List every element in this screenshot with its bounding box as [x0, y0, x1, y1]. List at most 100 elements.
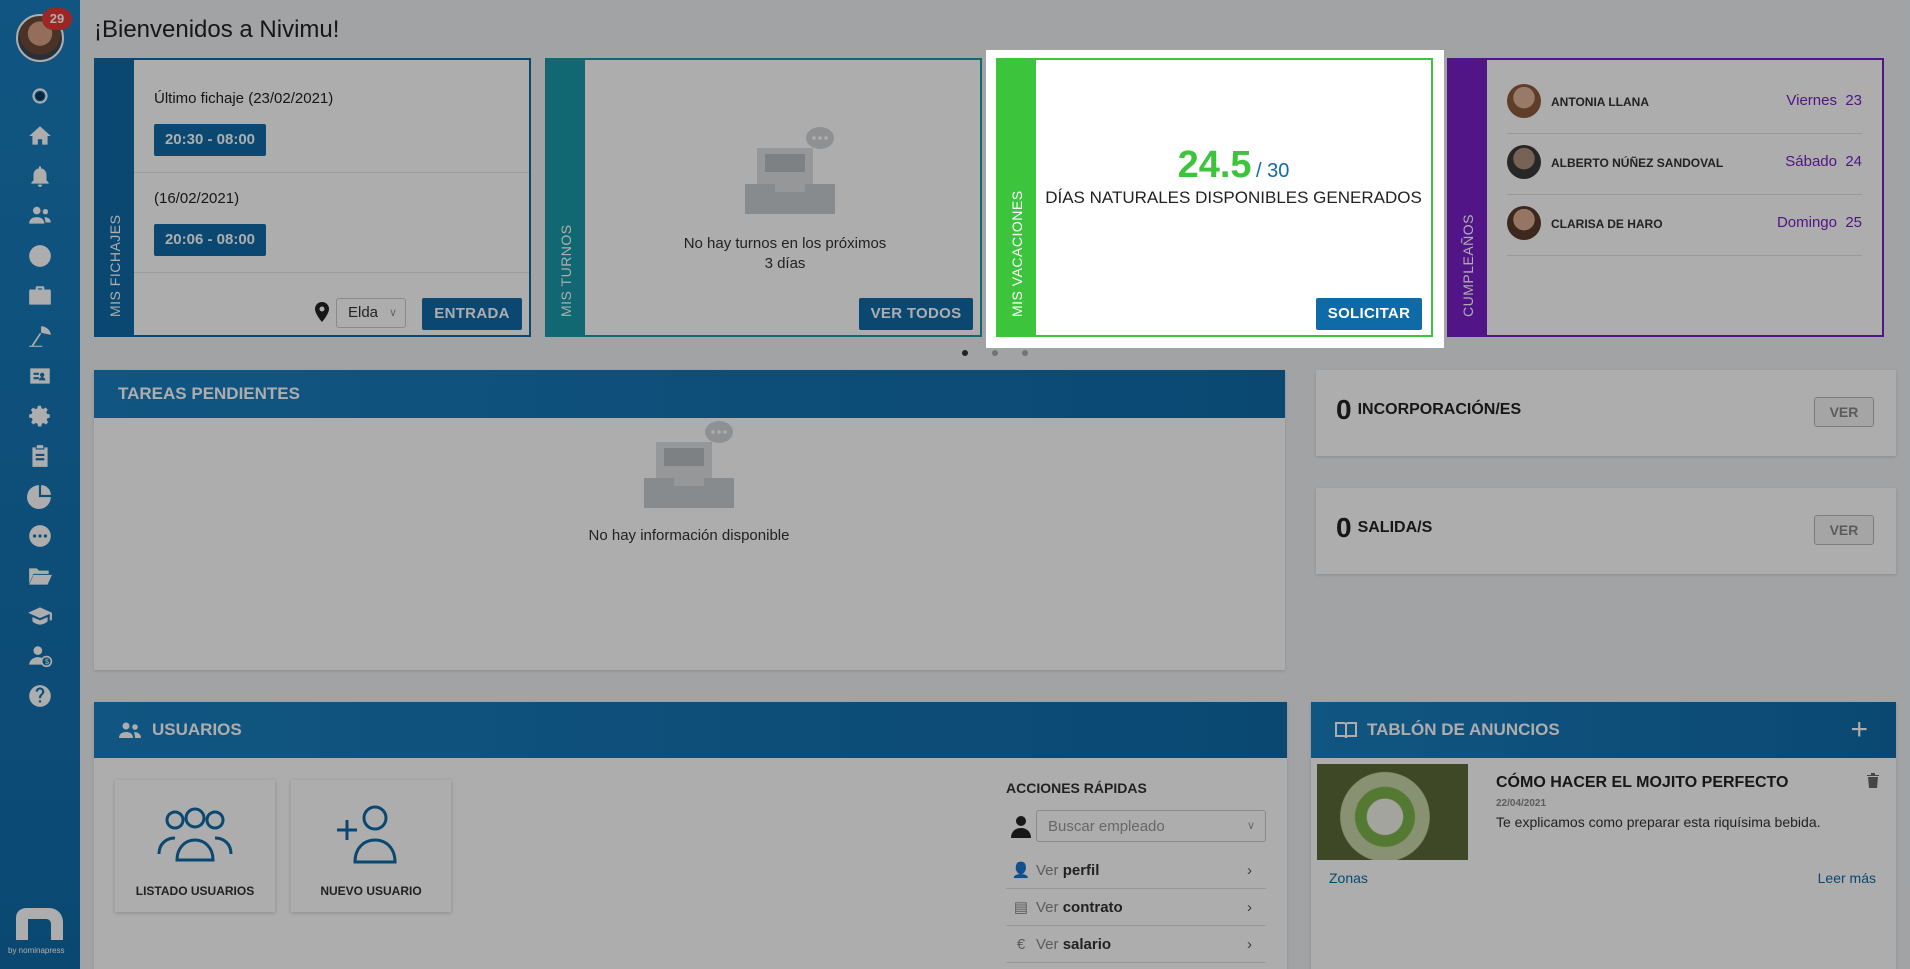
location-value: Elda [348, 304, 379, 321]
listado-usuarios-label: LISTADO USUARIOS [135, 884, 255, 898]
location-select[interactable]: Elda ∨ [336, 298, 406, 328]
chevron-right-icon: › [1247, 899, 1252, 916]
solicitar-button[interactable]: SOLICITAR [1316, 298, 1422, 330]
user-money-icon[interactable]: $ [24, 640, 56, 672]
empty-inbox-icon [745, 127, 835, 214]
birthday-name: CLARISA DE HARO [1551, 217, 1663, 231]
empty-inbox-icon [644, 421, 734, 508]
vacaciones-description: DÍAS NATURALES DISPONIBLES GENERADOS [1045, 188, 1422, 207]
ver-perfil-action[interactable]: 👤 Ver perfil › [1006, 853, 1266, 889]
post-text: Te explicamos como preparar esta riquísi… [1496, 814, 1821, 830]
by-nominapress: by nominapress [8, 946, 65, 955]
welcome-title: ¡Bienvenidos a Nivimu! [94, 16, 340, 43]
birthday-name: ALBERTO NÚÑEZ SANDOVAL [1551, 156, 1724, 170]
gear-icon[interactable] [24, 400, 56, 432]
tablon-title: TABLÓN DE ANUNCIOS [1367, 720, 1560, 739]
chevron-down-icon: ∨ [388, 307, 397, 319]
action-label: perfil [1062, 862, 1100, 879]
cumpleanos-strip: CUMPLEAÑOS [1449, 60, 1487, 335]
ver-contrato-action[interactable]: ▤ Ver contrato › [1006, 890, 1266, 926]
cumpleanos-strip-label: CUMPLEAÑOS [1460, 213, 1476, 317]
fichaje-label: Último fichaje (23/02/2021) [154, 90, 334, 107]
turnos-card: MIS TURNOS No hay turnos en los próximos… [545, 58, 982, 337]
cumpleanos-card: CUMPLEAÑOS ANTONIA LLANA Viernes 23 ALBE… [1447, 58, 1884, 337]
vacaciones-summary: 24.5 / 30 [1036, 144, 1431, 187]
salidas-panel: 0 SALIDA/S VER [1316, 488, 1896, 574]
ver-todos-button[interactable]: VER TODOS [859, 298, 973, 330]
plus-icon[interactable]: + [1850, 702, 1868, 758]
mojito-image[interactable] [1317, 764, 1468, 860]
chevron-right-icon: › [1247, 862, 1252, 879]
location-pin-icon [315, 302, 329, 322]
users-icon [119, 722, 141, 738]
ver-salario-action[interactable]: € Ver salario › [1006, 927, 1266, 963]
employee-search-placeholder: Buscar empleado [1048, 818, 1165, 835]
help-icon[interactable] [24, 680, 56, 712]
birthday-date: 24 [1845, 153, 1862, 170]
usuarios-title: USUARIOS [152, 720, 242, 739]
incorporaciones-ver-button[interactable]: VER [1814, 397, 1874, 427]
nuevo-usuario-tile[interactable]: NUEVO USUARIO [291, 780, 451, 912]
turnos-empty-line2: 3 días [764, 255, 806, 272]
tareas-title: TAREAS PENDIENTES [118, 384, 300, 403]
read-more-link[interactable]: Leer más [1818, 870, 1876, 886]
employee-search-select[interactable]: Buscar empleado ∨ [1036, 810, 1266, 842]
carousel-dot[interactable] [1022, 350, 1028, 356]
folder-icon[interactable] [24, 560, 56, 592]
users-icon[interactable] [24, 200, 56, 232]
salidas-label: SALIDA/S [1357, 519, 1433, 537]
chevron-right-icon: › [1247, 936, 1252, 953]
birthday-row: CLARISA DE HARO Domingo 25 [1507, 196, 1862, 256]
fichajes-strip: MIS FICHAJES [96, 60, 134, 335]
turnos-strip-label: MIS TURNOS [558, 224, 574, 317]
tareas-empty-text: No hay información disponible [588, 527, 790, 544]
briefcase-icon[interactable] [24, 280, 56, 312]
usuarios-header: USUARIOS [94, 702, 1287, 758]
action-prefix: Ver [1036, 899, 1059, 916]
home-icon[interactable] [24, 120, 56, 152]
graduation-icon[interactable] [24, 600, 56, 632]
tablon-panel: TABLÓN DE ANUNCIOS + CÓMO HACER EL MOJIT… [1311, 702, 1896, 969]
avatar [1507, 145, 1541, 179]
carousel-dot[interactable] [992, 350, 998, 356]
bell-icon[interactable] [24, 160, 56, 192]
id-card-icon[interactable] [24, 360, 56, 392]
person-icon: 👤 [1011, 862, 1031, 879]
chat-icon[interactable] [24, 520, 56, 552]
birthday-row: ALBERTO NÚÑEZ SANDOVAL Sábado 24 [1507, 135, 1862, 195]
nuevo-usuario-label: NUEVO USUARIO [320, 884, 422, 898]
birthday-row: ANTONIA LLANA Viernes 23 [1507, 74, 1862, 134]
tareas-header: TAREAS PENDIENTES [94, 370, 1285, 418]
beach-icon[interactable] [24, 320, 56, 352]
action-label: contrato [1062, 899, 1123, 916]
incorporaciones-counter: 0 INCORPORACIÓN/ES [1336, 394, 1521, 426]
quick-actions-title: ACCIONES RÁPIDAS [1006, 780, 1147, 796]
turnos-strip: MIS TURNOS [547, 60, 585, 335]
svg-text:$: $ [45, 657, 50, 666]
divider [134, 272, 529, 273]
listado-usuarios-tile[interactable]: LISTADO USUARIOS [115, 780, 275, 912]
entrada-button[interactable]: ENTRADA [422, 298, 522, 330]
pie-chart-icon[interactable] [24, 480, 56, 512]
divider [134, 172, 529, 173]
action-label: salario [1062, 936, 1112, 953]
carousel-dot-active[interactable] [962, 350, 968, 356]
clock-icon[interactable] [24, 240, 56, 272]
post-title[interactable]: CÓMO HACER EL MOJITO PERFECTO [1496, 774, 1788, 792]
fichaje-time: 20:06 - 08:00 [154, 224, 266, 256]
trash-icon[interactable] [1866, 772, 1880, 788]
vacaciones-available: 24.5 [1177, 144, 1252, 186]
sidebar: 29 $ by nominapress [0, 0, 80, 969]
action-prefix: Ver [1036, 862, 1059, 879]
company-logo [16, 908, 63, 940]
salidas-ver-button[interactable]: VER [1814, 515, 1874, 545]
fichaje-label: (16/02/2021) [154, 190, 240, 207]
tablon-header: TABLÓN DE ANUNCIOS + [1311, 702, 1896, 758]
dot-icon[interactable] [24, 80, 56, 112]
post-category[interactable]: Zonas [1329, 870, 1368, 886]
chevron-down-icon: ∨ [1246, 820, 1255, 832]
add-user-icon [337, 805, 397, 864]
clipboard-icon[interactable] [24, 440, 56, 472]
avatar [1507, 84, 1541, 118]
birthday-date: 25 [1845, 214, 1862, 231]
